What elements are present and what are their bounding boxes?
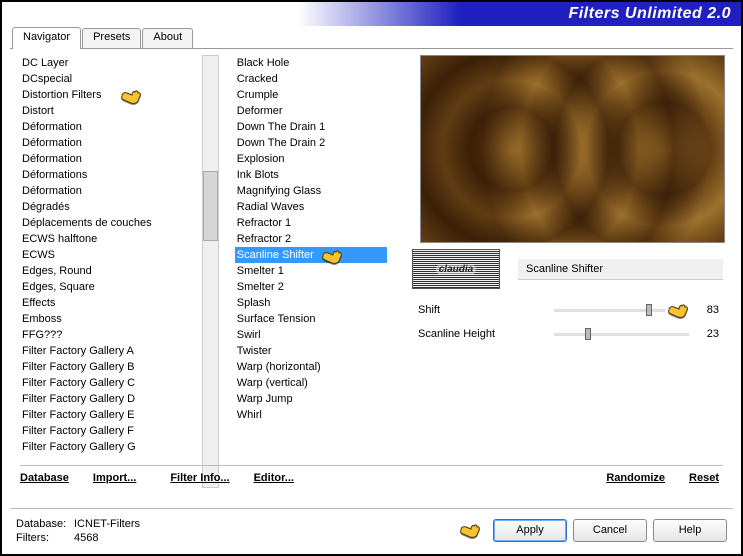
list-item[interactable]: Déformation: [20, 151, 202, 167]
list-item[interactable]: Twister: [235, 343, 387, 359]
param-label: Scanline Height: [418, 328, 548, 340]
list-item[interactable]: Edges, Round: [20, 263, 202, 279]
filter-title: Scanline Shifter: [518, 259, 723, 280]
right-pane: claudia Scanline Shifter Shift 83 Scanline…: [404, 55, 733, 488]
help-button[interactable]: Help: [653, 519, 727, 542]
param-slider[interactable]: [554, 309, 665, 312]
list-item[interactable]: Swirl: [235, 327, 387, 343]
pointing-hand-icon: [667, 301, 691, 319]
list-item[interactable]: Emboss: [20, 311, 202, 327]
database-link[interactable]: Database: [20, 472, 69, 484]
category-scrollbar[interactable]: [202, 55, 219, 488]
list-item[interactable]: Filter Factory Gallery B: [20, 359, 202, 375]
list-item[interactable]: Déformations: [20, 167, 202, 183]
tab-strip: Navigator Presets About: [2, 26, 741, 48]
filter-list[interactable]: Black HoleCrackedCrumpleDeformerDown The…: [225, 55, 387, 488]
slider-thumb[interactable]: [646, 304, 652, 316]
list-item[interactable]: Filter Factory Gallery C: [20, 375, 202, 391]
list-item[interactable]: Refractor 2: [235, 231, 387, 247]
list-item[interactable]: Dégradés: [20, 199, 202, 215]
reset-link[interactable]: Reset: [689, 472, 719, 484]
list-item[interactable]: Explosion: [235, 151, 387, 167]
filters-value: 4568: [74, 532, 98, 544]
list-item[interactable]: Ink Blots: [235, 167, 387, 183]
cancel-button[interactable]: Cancel: [573, 519, 647, 542]
list-item[interactable]: DCspecial: [20, 71, 202, 87]
editor-link[interactable]: Editor...: [254, 472, 294, 484]
randomize-link[interactable]: Randomize: [606, 472, 665, 484]
db-value: ICNET-Filters: [74, 518, 140, 530]
scrollbar-thumb[interactable]: [203, 171, 218, 241]
list-item[interactable]: Warp (horizontal): [235, 359, 387, 375]
import-link[interactable]: Import...: [93, 472, 136, 484]
list-item[interactable]: Filter Factory Gallery F: [20, 423, 202, 439]
list-item[interactable]: Filter Factory Gallery D: [20, 391, 202, 407]
param-value: 23: [695, 328, 719, 340]
app-title: Filters Unlimited 2.0: [568, 5, 731, 23]
apply-button[interactable]: Apply: [493, 519, 567, 542]
logo-text: claudia: [436, 264, 476, 275]
list-item[interactable]: Crumple: [235, 87, 387, 103]
app-window: Filters Unlimited 2.0 Navigator Presets …: [0, 0, 743, 556]
list-item[interactable]: Surface Tension: [235, 311, 387, 327]
list-item[interactable]: Magnifying Glass: [235, 183, 387, 199]
list-item[interactable]: Splash: [235, 295, 387, 311]
list-item[interactable]: Down The Drain 1: [235, 119, 387, 135]
list-item[interactable]: ECWS: [20, 247, 202, 263]
tab-navigator[interactable]: Navigator: [12, 27, 81, 49]
list-item[interactable]: Radial Waves: [235, 199, 387, 215]
slider-thumb[interactable]: [585, 328, 591, 340]
list-item[interactable]: Black Hole: [235, 55, 387, 71]
tab-presets[interactable]: Presets: [82, 28, 141, 50]
filters-label: Filters:: [16, 531, 74, 545]
list-item[interactable]: Déplacements de couches: [20, 215, 202, 231]
list-item[interactable]: Scanline Shifter: [235, 247, 387, 263]
list-item[interactable]: Whirl: [235, 407, 387, 423]
list-item[interactable]: Down The Drain 2: [235, 135, 387, 151]
list-item[interactable]: Edges, Square: [20, 279, 202, 295]
param-header: claudia Scanline Shifter: [412, 249, 725, 289]
param-value: 83: [695, 304, 719, 316]
list-item[interactable]: Déformation: [20, 119, 202, 135]
param-slider[interactable]: [554, 333, 689, 336]
db-label: Database:: [16, 517, 74, 531]
footer: Database:ICNET-Filters Filters:4568 Appl…: [10, 508, 733, 548]
param-row: Shift 83: [412, 301, 725, 319]
list-item[interactable]: Déformation: [20, 183, 202, 199]
list-item[interactable]: Distortion Filters: [20, 87, 202, 103]
footer-info: Database:ICNET-Filters Filters:4568: [16, 517, 140, 545]
list-item[interactable]: Smelter 2: [235, 279, 387, 295]
list-item[interactable]: Refractor 1: [235, 215, 387, 231]
list-item[interactable]: Filter Factory Gallery G: [20, 439, 202, 455]
list-item[interactable]: Filter Factory Gallery A: [20, 343, 202, 359]
toolbar-links: Database Import... Filter Info... Editor…: [20, 465, 723, 484]
list-item[interactable]: Warp (vertical): [235, 375, 387, 391]
list-item[interactable]: Filter Factory Gallery E: [20, 407, 202, 423]
category-list[interactable]: DC LayerDCspecialDistortion FiltersDisto…: [10, 55, 202, 488]
title-bar: Filters Unlimited 2.0: [2, 2, 741, 26]
list-item[interactable]: FFG???: [20, 327, 202, 343]
list-item[interactable]: Déformation: [20, 135, 202, 151]
list-item[interactable]: Cracked: [235, 71, 387, 87]
columns: DC LayerDCspecialDistortion FiltersDisto…: [10, 49, 733, 488]
param-row: Scanline Height 23: [412, 325, 725, 343]
list-item[interactable]: Smelter 1: [235, 263, 387, 279]
list-item[interactable]: ECWS halftone: [20, 231, 202, 247]
filterinfo-link[interactable]: Filter Info...: [170, 472, 229, 484]
preview-image: [420, 55, 725, 243]
footer-buttons: Apply Cancel Help: [487, 519, 727, 542]
author-logo: claudia: [412, 249, 500, 289]
param-label: Shift: [418, 304, 548, 316]
navigator-panel: DC LayerDCspecialDistortion FiltersDisto…: [10, 48, 733, 488]
list-item[interactable]: Effects: [20, 295, 202, 311]
pointing-hand-icon: [459, 521, 483, 539]
list-item[interactable]: DC Layer: [20, 55, 202, 71]
parameters: Shift 83 Scanline Height 23: [412, 301, 725, 343]
tab-about[interactable]: About: [142, 28, 193, 50]
list-item[interactable]: Deformer: [235, 103, 387, 119]
list-item[interactable]: Distort: [20, 103, 202, 119]
list-item[interactable]: Warp Jump: [235, 391, 387, 407]
